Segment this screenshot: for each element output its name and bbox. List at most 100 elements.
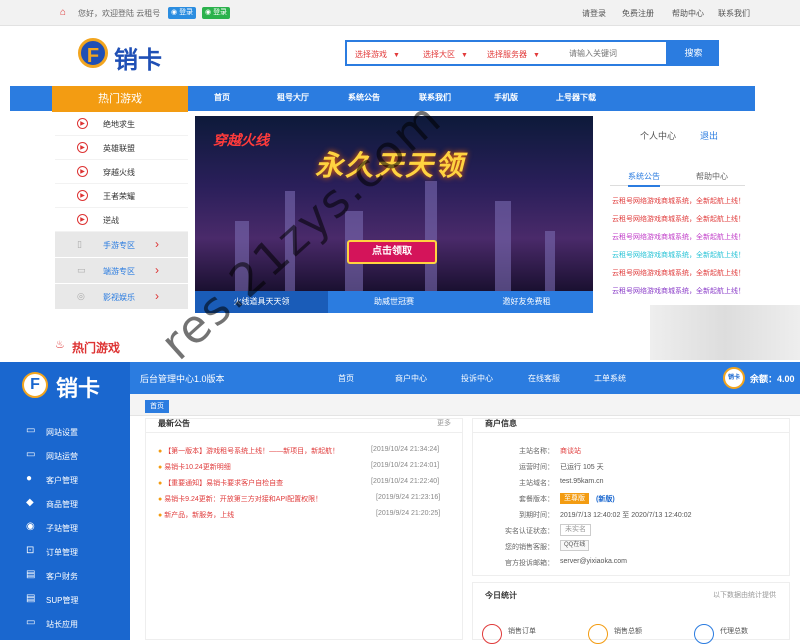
side-game-item[interactable]: ▶ 英雄联盟 [55,136,188,160]
admin-logo-icon[interactable]: F [22,372,48,398]
admin-menu-label: 网站运营 [46,452,78,461]
chevron-right-icon: › [155,263,159,277]
contact-link[interactable]: 联系我们 [718,8,750,19]
admin-menu-site-operations[interactable]: ▭ 网站运营 [0,444,130,468]
side-zone-pc[interactable]: ▭ 端游专区 › [55,258,188,284]
nav-home[interactable]: 首页 [214,92,230,103]
settings-icon: ▭ [26,425,36,436]
admin-menu-orders[interactable]: ⊡ 订单管理 [0,540,130,564]
tab-announcements[interactable]: 系统公告 [628,171,660,187]
news-item[interactable]: 云租号网络游戏商城系统，全新起航上线！ [612,268,745,278]
region-dropdown[interactable]: 选择大区 ▼ [423,49,468,60]
version-badge: 至尊版 [560,493,589,504]
finance-icon: ▤ [26,569,36,580]
wechat-login-button[interactable]: ◉ 登录 [202,7,231,19]
notice-title: 最新公告 [158,419,190,428]
tab-help[interactable]: 帮助中心 [696,171,728,182]
login-link[interactable]: 请登录 [582,8,606,19]
film-icon: ◎ [77,291,85,301]
nav-launcher-download[interactable]: 上号器下载 [556,92,596,103]
side-game-item[interactable]: ▶ 逆战 [55,208,188,232]
news-item[interactable]: 云租号网络游戏商城系统，全新起航上线！ [612,232,745,242]
notice-item[interactable]: ● 易销卡10.24更新明细 [158,462,231,472]
home-icon[interactable]: ⌂ [60,7,66,18]
admin-nav-home[interactable]: 首页 [338,373,354,384]
breadcrumb[interactable]: 首页 [145,400,169,413]
news-item[interactable]: 云租号网络游戏商城系统，全新起航上线！ [612,286,745,296]
admin-logo-text[interactable]: 销卡 [56,371,100,403]
side-game-label: 穿越火线 [103,168,135,177]
banner-tab[interactable]: 邀好友免费租 [460,291,593,313]
notice-text: 【第一版本】游戏租号系统上线！——新项目，新起航！ [164,448,340,455]
logout-link[interactable]: 退出 [700,129,718,142]
news-item[interactable]: 云租号网络游戏商城系统，全新起航上线！ [612,196,745,206]
side-zone-video[interactable]: ◎ 影视娱乐 › [55,284,188,310]
nav-mobile[interactable]: 手机版 [494,92,518,103]
server-dropdown[interactable]: 选择服务器 ▼ [487,49,540,60]
admin-menu-products[interactable]: ◆ 商品管理 [0,492,130,516]
qq-login-button[interactable]: ◉ 登录 [168,7,197,19]
admin-menu-label: 站长应用 [46,620,78,629]
notice-item[interactable]: ● 【第一版本】游戏租号系统上线！——新项目，新起航！ [158,446,339,456]
register-link[interactable]: 免费注册 [622,8,654,19]
user-center-link[interactable]: 个人中心 [640,129,676,142]
avatar[interactable]: 销卡 [723,367,745,389]
notice-item[interactable]: ● 新产品，新服务，上线 [158,510,234,520]
greeting-text: 您好，欢迎登陆 云租号 [78,9,161,18]
help-link[interactable]: 帮助中心 [672,8,704,19]
notice-date: [2019/10/24 21:24:01] [371,462,440,469]
notice-date: [2019/10/24 21:22:40] [371,478,440,485]
info-label: 套餐版本： [519,496,554,503]
logo-text[interactable]: 销卡 [114,40,162,75]
banner-tab[interactable]: 助威世冠赛 [328,291,460,313]
side-game-item[interactable]: ▶ 王者荣耀 [55,184,188,208]
notice-item[interactable]: ● 【重要通知】易销卡要求客户自检自查 [158,478,283,488]
search-button[interactable]: 搜索 [668,40,719,66]
admin-menu-finance[interactable]: ▤ 客户财务 [0,564,130,588]
admin-menu-site-settings[interactable]: ▭ 网站设置 [0,420,130,444]
search-input[interactable] [569,44,665,62]
nav-rental-hall[interactable]: 租号大厅 [277,92,309,103]
admin-nav-merchant[interactable]: 商户中心 [395,373,427,384]
substation-icon: ◉ [26,521,35,532]
sup-icon: ▤ [26,593,36,604]
nav-announcements[interactable]: 系统公告 [348,92,380,103]
news-item[interactable]: 云租号网络游戏商城系统，全新起航上线！ [612,214,745,224]
admin-menu-sup[interactable]: ▤ SUP管理 [0,588,130,612]
admin-nav-complaints[interactable]: 投诉中心 [461,373,493,384]
side-zone-label: 端游专区 [103,267,135,276]
info-label: 实名认证状态： [505,528,554,535]
admin-menu-webmaster[interactable]: ▭ 站长应用 [0,612,130,636]
side-zone-mobile[interactable]: ▯ 手游专区 › [55,232,188,258]
stats-label: 销售订单 [508,628,536,635]
admin-menu-customers[interactable]: ● 客户管理 [0,468,130,492]
side-game-item[interactable]: ▶ 穿越火线 [55,160,188,184]
admin-menu-label: 客户管理 [46,476,78,485]
sales-qq-button[interactable]: QQ在线 [560,540,590,551]
operations-icon: ▭ [26,449,36,460]
admin-nav-support[interactable]: 在线客服 [528,373,560,384]
wechat-icon: ◉ [205,9,214,16]
play-icon: ▶ [77,118,88,129]
side-game-label: 英雄联盟 [103,144,135,153]
news-item[interactable]: 云租号网络游戏商城系统，全新起航上线！ [612,250,745,260]
banner-decor [545,231,555,291]
hot-games-tab[interactable]: 热门游戏 [52,86,188,112]
info-value[interactable]: test.95kam.cn [560,478,604,485]
customer-icon: ● [26,473,33,484]
game-dropdown[interactable]: 选择游戏 ▼ [355,49,400,60]
wechat-login-label: 登录 [213,9,228,16]
notice-more-link[interactable]: 更多 [437,418,451,428]
chevron-down-icon: ▼ [393,52,400,59]
side-game-item[interactable]: ▶ 绝地求生 [55,112,188,136]
admin-menu-substations[interactable]: ◉ 子站管理 [0,516,130,540]
auth-status-button[interactable]: 未实名 [560,524,591,536]
admin-nav-tickets[interactable]: 工单系统 [594,373,626,384]
sales-icon [588,624,608,644]
notice-item[interactable]: ● 易销卡9.24更新：开放第三方对接和API配置权限！ [158,494,322,504]
claim-button[interactable]: 点击领取 [347,240,437,264]
notice-text: 易销卡10.24更新明细 [164,464,231,471]
divider [472,432,790,433]
logo-icon[interactable]: F [78,38,108,68]
admin-menu-label: 子站管理 [46,524,78,533]
